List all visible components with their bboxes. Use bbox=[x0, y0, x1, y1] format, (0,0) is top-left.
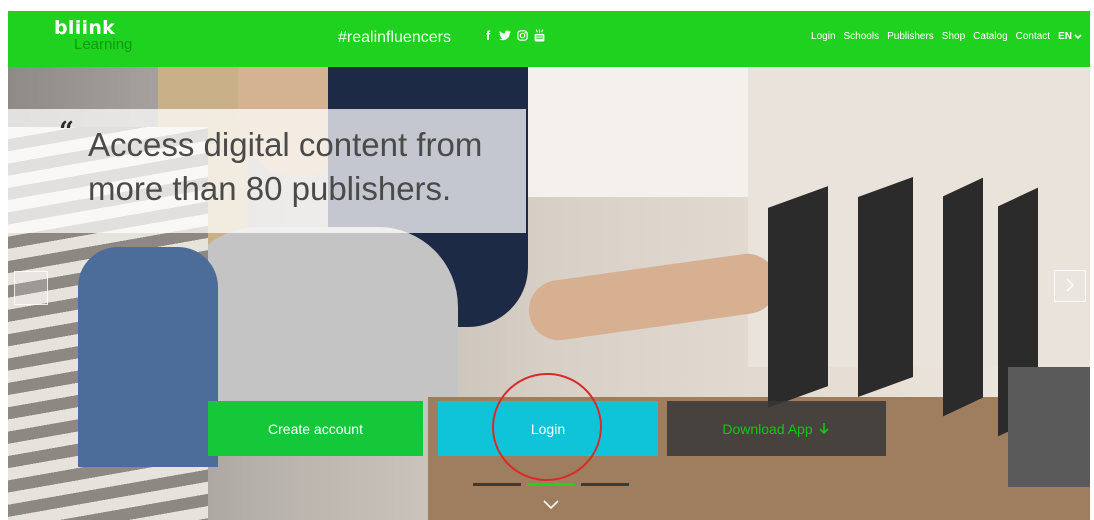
twitter-icon[interactable] bbox=[499, 30, 511, 41]
instagram-icon[interactable] bbox=[517, 30, 528, 41]
youtube-icon[interactable] bbox=[534, 29, 545, 42]
scroll-down-icon[interactable] bbox=[543, 500, 559, 510]
nav-contact[interactable]: Contact bbox=[1016, 31, 1050, 42]
hashtag-tagline: #realinfluencers bbox=[338, 29, 451, 46]
hero-background-person bbox=[178, 227, 458, 427]
hero-carousel: “ Access digital content from more than … bbox=[8, 67, 1090, 520]
carousel-dot[interactable] bbox=[581, 483, 629, 486]
hero-background-keyboard bbox=[1008, 367, 1090, 487]
nav-publishers[interactable]: Publishers bbox=[887, 31, 934, 42]
carousel-dot-active[interactable] bbox=[527, 483, 575, 486]
chevron-right-icon bbox=[1066, 278, 1074, 292]
hero-background-laptop bbox=[768, 186, 828, 408]
chevron-down-icon bbox=[1074, 33, 1082, 39]
nav-login[interactable]: Login bbox=[811, 31, 835, 42]
download-app-button[interactable]: Download App bbox=[667, 401, 886, 456]
main-nav: Login Schools Publishers Shop Catalog Co… bbox=[811, 31, 1082, 42]
hero-background-person bbox=[78, 247, 218, 467]
nav-shop[interactable]: Shop bbox=[942, 31, 965, 42]
create-account-label: Create account bbox=[268, 420, 363, 437]
logo-subtitle: Learning bbox=[74, 36, 133, 53]
quote-mark: “ bbox=[59, 117, 74, 147]
nav-schools[interactable]: Schools bbox=[844, 31, 880, 42]
carousel-prev-button[interactable] bbox=[14, 271, 48, 305]
headline-banner: “ Access digital content from more than … bbox=[8, 109, 526, 233]
create-account-button[interactable]: Create account bbox=[208, 401, 423, 456]
headline-line-2: more than 80 publishers. bbox=[88, 170, 452, 207]
carousel-dot[interactable] bbox=[473, 483, 521, 486]
top-navigation-bar: bliink Learning #realinfluencers f Login… bbox=[8, 11, 1090, 67]
hero-background-laptop bbox=[858, 176, 913, 398]
social-links: f bbox=[483, 28, 545, 43]
download-app-label: Download App bbox=[722, 420, 813, 437]
hero-headline: Access digital content from more than 80… bbox=[88, 123, 482, 211]
download-icon bbox=[819, 422, 829, 434]
language-label: EN bbox=[1058, 31, 1072, 42]
headline-line-1: Access digital content from bbox=[88, 126, 483, 163]
blink-learning-logo[interactable]: bliink Learning bbox=[54, 19, 133, 53]
facebook-icon[interactable]: f bbox=[483, 28, 493, 43]
language-selector[interactable]: EN bbox=[1058, 31, 1082, 42]
browser-frame: bliink Learning #realinfluencers f Login… bbox=[8, 11, 1090, 520]
carousel-next-button[interactable] bbox=[1054, 270, 1086, 302]
hero-background-hand bbox=[525, 249, 781, 345]
hero-background-laptop bbox=[943, 177, 983, 417]
carousel-pagination bbox=[473, 483, 629, 486]
nav-catalog[interactable]: Catalog bbox=[973, 31, 1007, 42]
